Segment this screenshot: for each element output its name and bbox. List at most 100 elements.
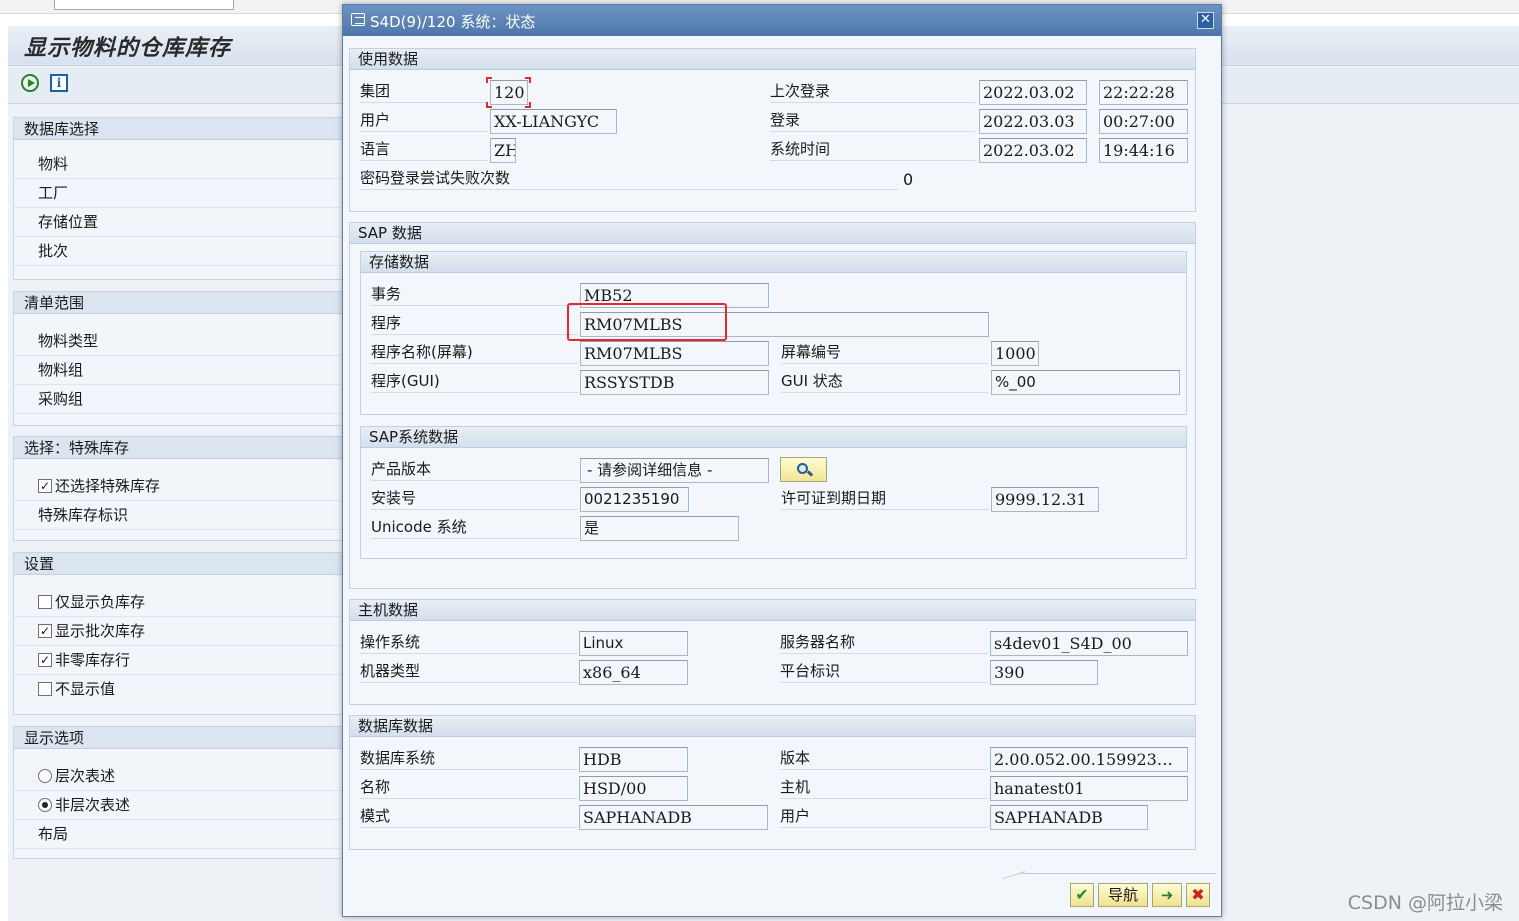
label-system-time: 系统时间 bbox=[770, 135, 975, 161]
close-x-icon: ✖ bbox=[1191, 885, 1205, 904]
field-product-version: - 请参阅详细信息 - bbox=[580, 458, 769, 483]
dialog-title-bar[interactable]: S4D(9)/120 系统：状态 bbox=[343, 5, 1221, 36]
dialog-title: S4D(9)/120 系统：状态 bbox=[370, 13, 536, 31]
field-last-login-time: 22:22:28 bbox=[1099, 80, 1188, 105]
field-label-material: 物料 bbox=[14, 150, 343, 179]
label-last-login: 上次登录 bbox=[770, 77, 975, 103]
field-gui-status: %_00 bbox=[991, 370, 1180, 395]
label-user: 用户 bbox=[360, 106, 488, 132]
label-login: 登录 bbox=[770, 106, 975, 132]
label-server-name: 服务器名称 bbox=[780, 628, 988, 654]
checkbox-label: 不显示值 bbox=[55, 680, 116, 698]
field-label-material-type: 物料类型 bbox=[14, 327, 343, 356]
field-database-user: SAPHANADB bbox=[990, 805, 1148, 830]
forward-button[interactable]: ➜ bbox=[1152, 883, 1182, 907]
label-language: 语言 bbox=[360, 135, 488, 161]
field-label-batch: 批次 bbox=[14, 237, 343, 266]
field-database-host: hanatest01 bbox=[990, 776, 1188, 801]
checkbox-unchecked[interactable] bbox=[38, 595, 52, 609]
execute-icon[interactable] bbox=[21, 74, 39, 92]
subgroup-repository-data: 存储数据 事务 MB52 程序 RM07MLBS 程序名称(屏幕) RM07ML… bbox=[360, 251, 1187, 415]
field-platform-id: 390 bbox=[990, 660, 1098, 685]
radio-label: 层次表述 bbox=[55, 767, 116, 785]
client-highlight-marks bbox=[486, 77, 531, 108]
field-screen-number: 1000 bbox=[991, 341, 1039, 366]
detail-view-button[interactable] bbox=[780, 457, 827, 482]
cancel-button[interactable]: ✖ bbox=[1186, 883, 1210, 907]
field-program-screen: RM07MLBS bbox=[580, 341, 769, 366]
checkbox-label: 还选择特殊库存 bbox=[55, 477, 161, 495]
label-program: 程序 bbox=[371, 309, 578, 335]
close-icon[interactable]: ✕ bbox=[1197, 12, 1214, 29]
radio-unselected[interactable] bbox=[38, 769, 52, 783]
checkbox-checked[interactable] bbox=[38, 624, 52, 638]
panel-database-selection: 数据库选择 物料 工厂 存储位置 批次 bbox=[13, 117, 348, 280]
subgroup-header: SAP系统数据 bbox=[361, 427, 1186, 448]
panel-special-stock: 选择：特殊库存 还选择特殊库存 特殊库存标识 bbox=[13, 436, 348, 541]
radio-selected[interactable] bbox=[38, 798, 52, 812]
field-server-name: s4dev01_S4D_00 bbox=[990, 631, 1188, 656]
checkbox-checked[interactable] bbox=[38, 479, 52, 493]
group-header: SAP 数据 bbox=[350, 223, 1195, 244]
radio-label: 非层次表述 bbox=[55, 796, 131, 814]
label-transaction: 事务 bbox=[371, 280, 578, 306]
checkbox-checked[interactable] bbox=[38, 653, 52, 667]
checkbox-label: 显示批次库存 bbox=[55, 622, 146, 640]
field-operating-system: Linux bbox=[579, 631, 688, 656]
checkmark-icon: ✔ bbox=[1075, 885, 1089, 904]
label-screen-number: 屏幕编号 bbox=[781, 338, 989, 364]
checkbox-row-nonzero-lines[interactable]: 非零库存行 bbox=[14, 646, 343, 675]
label-program-screen: 程序名称(屏幕) bbox=[371, 338, 578, 364]
field-label-plant: 工厂 bbox=[14, 179, 343, 208]
group-header: 使用数据 bbox=[350, 49, 1195, 70]
panel-list-scope: 清单范围 物料类型 物料组 采购组 bbox=[13, 291, 348, 426]
checkbox-label: 非零库存行 bbox=[55, 651, 131, 669]
field-label-storage-location: 存储位置 bbox=[14, 208, 343, 237]
label-unicode-system: Unicode 系统 bbox=[371, 513, 578, 539]
panel-settings: 设置 仅显示负库存 显示批次库存 非零库存行 不显示值 bbox=[13, 552, 348, 715]
navigate-button[interactable]: 导航 bbox=[1098, 883, 1148, 907]
label-gui-status: GUI 状态 bbox=[781, 367, 989, 393]
group-usage-data: 使用数据 集团 120 用户 XX-LIANGYC 语言 ZH 密码登录尝试失败… bbox=[349, 48, 1196, 212]
label-installation-number: 安装号 bbox=[371, 484, 578, 510]
panel-display-options: 显示选项 层次表述 非层次表述 布局 bbox=[13, 726, 348, 859]
checkbox-row-batch-stock[interactable]: 显示批次库存 bbox=[14, 617, 343, 646]
status-dialog: S4D(9)/120 系统：状态 ✕ 使用数据 集团 120 用户 XX-LIA… bbox=[342, 4, 1222, 917]
radio-row-hierarchical[interactable]: 层次表述 bbox=[14, 762, 343, 791]
field-unicode-system: 是 bbox=[580, 516, 739, 541]
panel-header: 显示选项 bbox=[14, 727, 347, 749]
group-database-data: 数据库数据 数据库系统 HDB 版本 2.00.052.00.159923… 名… bbox=[349, 715, 1196, 850]
label-database-name: 名称 bbox=[360, 773, 577, 799]
field-database-name: HSD/00 bbox=[579, 776, 688, 801]
label-database-user: 用户 bbox=[780, 802, 988, 828]
panel-header: 设置 bbox=[14, 553, 347, 575]
label-client: 集团 bbox=[360, 77, 488, 103]
field-machine-type: x86_64 bbox=[579, 660, 688, 685]
checkbox-unchecked[interactable] bbox=[38, 682, 52, 696]
forward-arrow-icon: ➜ bbox=[1160, 886, 1174, 904]
checkbox-row-hide-values[interactable]: 不显示值 bbox=[14, 675, 343, 704]
panel-header: 清单范围 bbox=[14, 292, 347, 314]
confirm-button[interactable]: ✔ bbox=[1070, 883, 1094, 907]
checkbox-row-special-stock[interactable]: 还选择特殊库存 bbox=[14, 472, 343, 501]
checkbox-label: 仅显示负库存 bbox=[55, 593, 146, 611]
field-label-material-group: 物料组 bbox=[14, 356, 343, 385]
subgroup-header: 存储数据 bbox=[361, 252, 1186, 273]
label-license-expiry: 许可证到期日期 bbox=[781, 484, 989, 510]
field-label-special-stock-indicator: 特殊库存标识 bbox=[14, 501, 343, 530]
label-platform-id: 平台标识 bbox=[780, 657, 988, 683]
field-language: ZH bbox=[490, 138, 516, 163]
field-user: XX-LIANGYC bbox=[490, 109, 617, 134]
checkbox-row-negative-stock[interactable]: 仅显示负库存 bbox=[14, 588, 343, 617]
info-icon[interactable]: i bbox=[50, 74, 68, 92]
label-machine-type: 机器类型 bbox=[360, 657, 577, 683]
radio-row-non-hierarchical[interactable]: 非层次表述 bbox=[14, 791, 343, 820]
group-host-data: 主机数据 操作系统 Linux 服务器名称 s4dev01_S4D_00 机器类… bbox=[349, 599, 1196, 705]
panel-header: 数据库选择 bbox=[14, 118, 347, 140]
field-system-date: 2022.03.02 bbox=[979, 138, 1087, 163]
background-page-title: 显示物料的仓库库存 bbox=[24, 36, 232, 61]
field-login-date: 2022.03.03 bbox=[979, 109, 1087, 134]
value-password-failures: 0 bbox=[903, 170, 914, 189]
command-field[interactable] bbox=[54, 0, 234, 10]
watermark: CSDN @阿拉小梁 bbox=[1347, 892, 1503, 914]
